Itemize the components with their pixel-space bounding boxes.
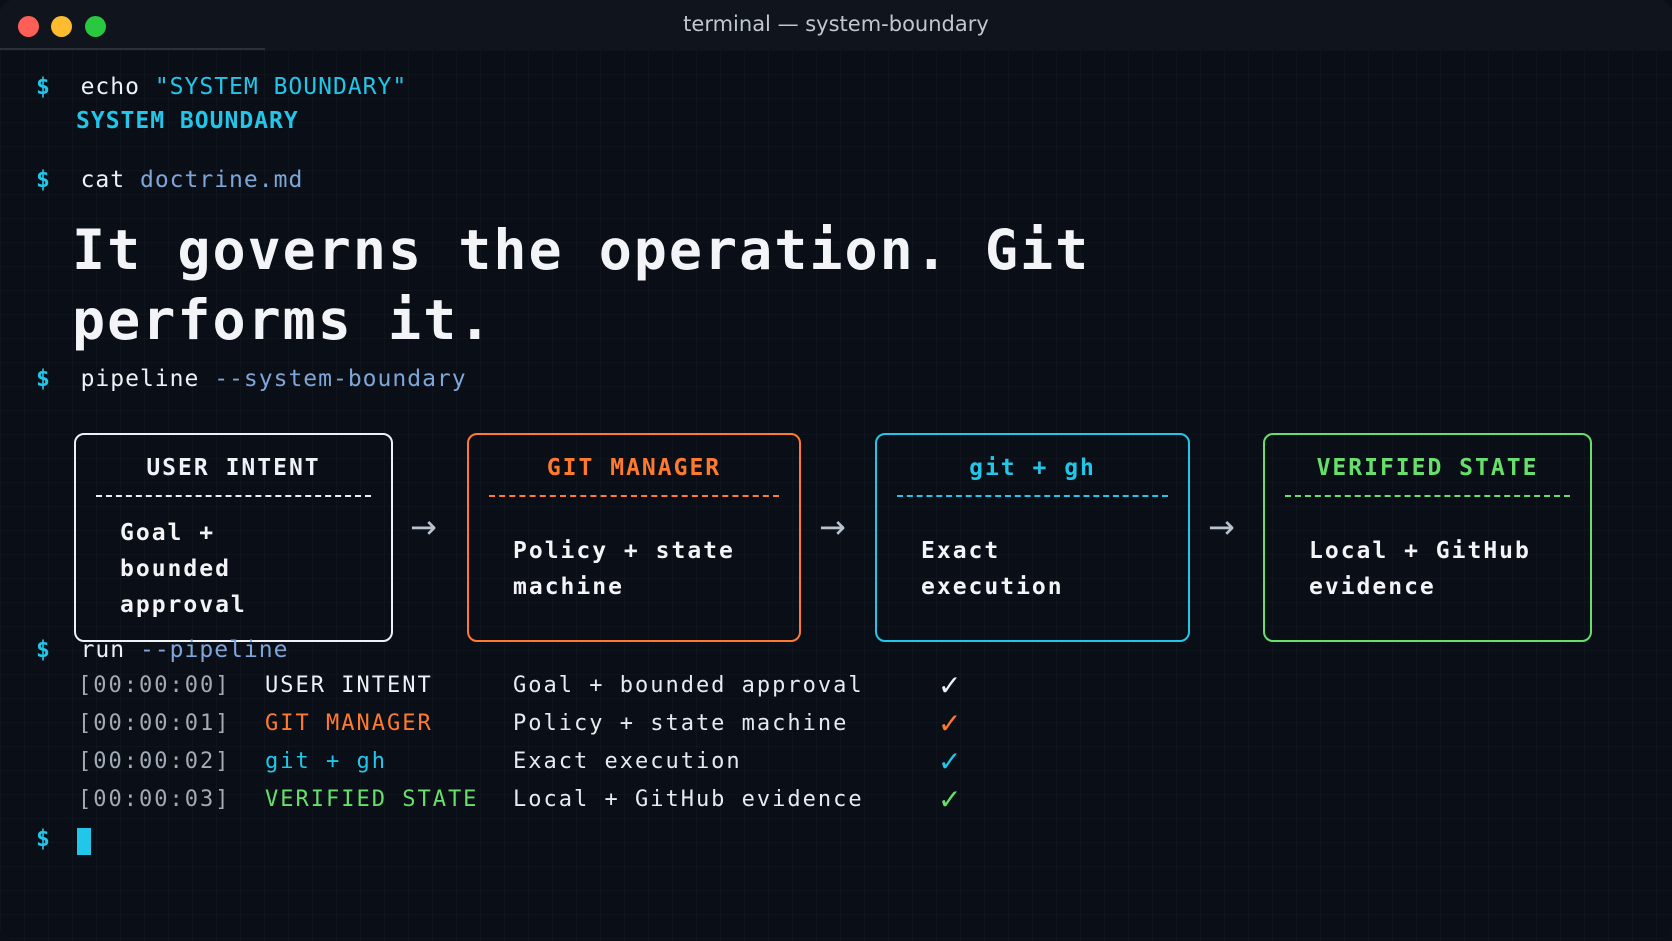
headline-line-1: It governs the operation. Git [72, 218, 1091, 282]
box-separator [1285, 495, 1570, 497]
terminal-body[interactable]: $ echo "SYSTEM BOUNDARY" SYSTEM BOUNDARY… [0, 50, 1672, 941]
box-title: GIT MANAGER [546, 455, 722, 481]
prompt-symbol: $ [36, 167, 51, 193]
terminal-window: terminal — system-boundary $ echo "SYSTE… [0, 0, 1672, 941]
log-detail: Exact execution [513, 749, 742, 774]
box-title: git + gh [969, 455, 1096, 481]
check-icon: ✓ [938, 669, 962, 702]
command-line-active: $ [36, 826, 51, 852]
doctrine-headline: It governs the operation. Git performs i… [72, 215, 1272, 355]
check-icon: ✓ [938, 745, 962, 778]
command-line-run: $ run --pipeline [36, 637, 288, 663]
prompt-symbol: $ [36, 637, 51, 663]
command-name: cat [80, 167, 126, 193]
pipeline-box-git-manager: GIT MANAGER Policy + state machine [467, 433, 801, 642]
prompt-symbol: $ [36, 366, 51, 392]
box-separator [96, 495, 371, 497]
box-body: Exact execution [921, 538, 1064, 600]
text-cursor[interactable] [77, 828, 91, 855]
prompt-symbol: $ [36, 826, 51, 852]
log-detail: Policy + state machine [513, 711, 849, 736]
log-detail: Local + GitHub evidence [513, 787, 864, 812]
pipeline-box-git-gh: git + gh Exact execution [875, 433, 1190, 642]
box-separator [897, 495, 1168, 497]
headline-line-2: performs it. [72, 288, 494, 352]
log-timestamp: [00:00:00] [78, 673, 231, 698]
log-detail: Goal + bounded approval [513, 673, 864, 698]
command-argument: --pipeline [139, 637, 289, 663]
box-title: USER INTENT [146, 455, 321, 481]
arrow-icon: → [819, 508, 846, 546]
arrow-icon: → [410, 508, 437, 546]
command-line-echo: $ echo "SYSTEM BOUNDARY" [36, 74, 407, 100]
log-timestamp: [00:00:01] [78, 711, 231, 736]
command-line-pipeline: $ pipeline --system-boundary [36, 366, 467, 392]
prompt-symbol: $ [36, 74, 51, 100]
command-name: echo [80, 74, 140, 100]
title-bar: terminal — system-boundary [0, 0, 1672, 51]
check-icon: ✓ [938, 783, 962, 816]
log-timestamp: [00:00:03] [78, 787, 231, 812]
box-body: Goal + bounded approval [120, 520, 247, 618]
window-title: terminal — system-boundary [683, 12, 989, 36]
command-name: run [80, 637, 126, 663]
command-line-cat: $ cat doctrine.md [36, 167, 303, 193]
arrow-icon: → [1208, 508, 1235, 546]
log-stage: USER INTENT [265, 673, 433, 698]
echo-output: SYSTEM BOUNDARY [76, 108, 299, 134]
log-stage: git + gh [265, 749, 387, 774]
log-timestamp: [00:00:02] [78, 749, 231, 774]
command-argument: --system-boundary [214, 366, 467, 392]
box-title: VERIFIED STATE [1316, 455, 1539, 481]
box-separator [489, 495, 779, 497]
command-argument: "SYSTEM BOUNDARY" [154, 74, 408, 100]
log-stage: VERIFIED STATE [265, 787, 479, 812]
command-name: pipeline [80, 366, 200, 392]
log-stage: GIT MANAGER [265, 711, 433, 736]
check-icon: ✓ [938, 707, 962, 740]
pipeline-box-verified-state: VERIFIED STATE Local + GitHub evidence [1263, 433, 1592, 642]
box-body: Policy + state machine [513, 538, 735, 600]
command-argument: doctrine.md [139, 167, 304, 193]
pipeline-box-user-intent: USER INTENT Goal + bounded approval [74, 433, 393, 642]
box-body: Local + GitHub evidence [1309, 538, 1531, 600]
